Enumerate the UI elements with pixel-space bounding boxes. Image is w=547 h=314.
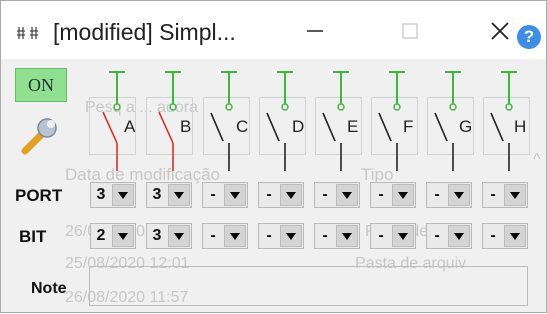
switch-blade-g xyxy=(434,112,448,142)
switch-contact-c xyxy=(225,103,233,111)
port-label: PORT xyxy=(15,186,63,205)
switch-blade-e xyxy=(322,112,336,142)
chevron-down-icon[interactable] xyxy=(504,225,526,247)
bit-dropdown-d[interactable]: - xyxy=(258,223,304,249)
bit-dropdown-e[interactable]: - xyxy=(314,223,360,249)
switch-contact-b xyxy=(169,103,177,111)
port-dropdown-a[interactable]: 3 xyxy=(90,182,136,208)
port-dropdown-d[interactable]: - xyxy=(258,182,304,208)
note-label: Note xyxy=(31,280,67,297)
switch-blade-b xyxy=(158,111,174,144)
chevron-down-icon[interactable] xyxy=(168,184,190,206)
switch-label-d: D xyxy=(292,117,305,136)
port-dropdown-f[interactable]: - xyxy=(370,182,416,208)
chevron-down-icon[interactable] xyxy=(504,184,526,206)
port-dropdown-c[interactable]: - xyxy=(202,182,248,208)
port-dropdown-b[interactable]: 3 xyxy=(146,182,192,208)
bit-dropdown-b[interactable]: 3 xyxy=(146,223,192,249)
chevron-down-icon[interactable] xyxy=(112,225,134,247)
chevron-down-icon[interactable] xyxy=(392,225,414,247)
switch-blade-h xyxy=(490,112,504,142)
switch-contact-g xyxy=(449,103,457,111)
bit-dropdown-c[interactable]: - xyxy=(202,223,248,249)
chevron-down-icon[interactable] xyxy=(224,225,246,247)
chevron-down-icon[interactable] xyxy=(336,184,358,206)
switch-blade-d xyxy=(266,112,280,142)
switch-contact-h xyxy=(505,103,513,111)
bit-dropdown-g[interactable]: - xyxy=(426,223,472,249)
switch-contact-a xyxy=(113,103,121,111)
switch-label-e: E xyxy=(347,117,359,136)
chevron-down-icon[interactable] xyxy=(280,184,302,206)
bit-dropdown-f[interactable]: - xyxy=(370,223,416,249)
bit-dropdown-h[interactable]: - xyxy=(482,223,528,249)
switch-label-g: G xyxy=(459,117,473,136)
chevron-down-icon[interactable] xyxy=(280,225,302,247)
port-dropdown-e[interactable]: - xyxy=(314,182,360,208)
switch-contact-f xyxy=(393,103,401,111)
switch-label-h: H xyxy=(514,117,527,136)
chevron-down-icon[interactable] xyxy=(336,225,358,247)
bit-dropdown-a[interactable]: 2 xyxy=(90,223,136,249)
port-dropdown-h[interactable]: - xyxy=(482,182,528,208)
port-dropdown-g[interactable]: - xyxy=(426,182,472,208)
app-window: [modified] Simpl... ? Pesq a ... adora D… xyxy=(0,0,547,313)
chevron-down-icon[interactable] xyxy=(112,184,134,206)
switch-label-b: B xyxy=(180,117,192,136)
switch-blade-f xyxy=(378,112,392,142)
switch-label-f: F xyxy=(403,117,414,136)
switch-contact-e xyxy=(337,103,345,111)
switch-blade-c xyxy=(210,112,224,142)
switch-label-a: A xyxy=(124,117,136,136)
switch-blade-a xyxy=(102,111,118,144)
chevron-down-icon[interactable] xyxy=(224,184,246,206)
chevron-down-icon[interactable] xyxy=(448,184,470,206)
note-input[interactable] xyxy=(89,266,528,306)
switch-contact-d xyxy=(281,103,289,111)
switch-label-c: C xyxy=(236,117,249,136)
chevron-down-icon[interactable] xyxy=(392,184,414,206)
chevron-down-icon[interactable] xyxy=(168,225,190,247)
bit-label: BIT xyxy=(19,227,47,246)
chevron-down-icon[interactable] xyxy=(448,225,470,247)
